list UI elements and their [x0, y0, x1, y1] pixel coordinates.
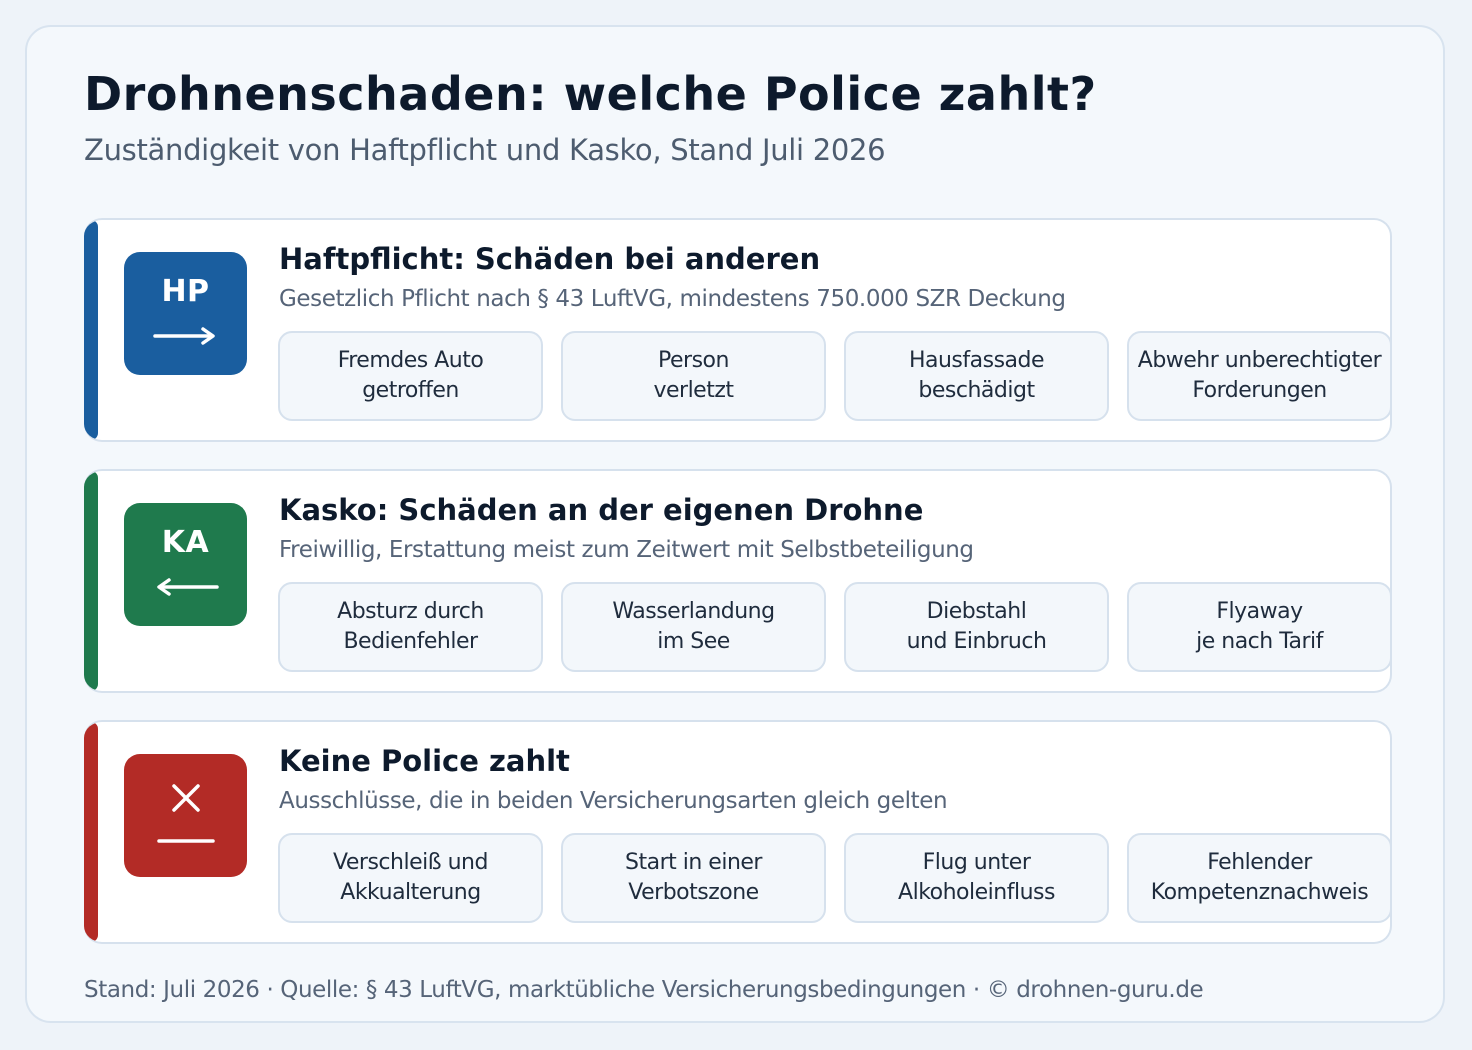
section-accent-bar	[84, 471, 98, 691]
case-chip: Fremdes Auto getroffen	[278, 331, 543, 421]
section-title: Kasko: Schäden an der eigenen Drohne	[279, 493, 924, 527]
chip-line: Person	[658, 348, 729, 373]
chip-line: Bedienfehler	[343, 629, 478, 654]
chip-line: verletzt	[653, 378, 734, 403]
section-description: Gesetzlich Pflicht nach § 43 LuftVG, min…	[279, 286, 1066, 312]
infographic-card: Drohnenschaden: welche Police zahlt? Zus…	[25, 25, 1445, 1023]
section-accent-bar	[84, 220, 98, 440]
chip-line: Verschleiß und	[333, 850, 488, 875]
badge-keine-police	[124, 754, 247, 877]
chip-line: getroffen	[362, 378, 459, 403]
chip-row: Absturz durch Bedienfehler Wasserlandung…	[278, 582, 1390, 672]
case-chip: Hausfassade beschädigt	[844, 331, 1109, 421]
chip-row: Verschleiß und Akkualterung Start in ein…	[278, 833, 1390, 923]
case-chip: Absturz durch Bedienfehler	[278, 582, 543, 672]
chip-line: Fremdes Auto	[337, 348, 484, 373]
case-chip: Diebstahl und Einbruch	[844, 582, 1109, 672]
chip-line: Verbotszone	[628, 880, 759, 905]
arrow-left-icon	[157, 578, 219, 596]
case-chip: Person verletzt	[561, 331, 826, 421]
chip-line: Wasserlandung	[612, 599, 775, 624]
case-chip: Start in einer Verbotszone	[561, 833, 826, 923]
case-chip: Wasserlandung im See	[561, 582, 826, 672]
case-chip: Abwehr unberechtigter Forderungen	[1127, 331, 1390, 421]
chip-line: Hausfassade	[908, 348, 1045, 373]
chip-line: Start in einer	[625, 850, 762, 875]
chip-line: Absturz durch	[337, 599, 484, 624]
case-chip: Flug unter Alkoholeinfluss	[844, 833, 1109, 923]
section-kasko: KA Kasko: Schäden an der eigenen Drohne …	[84, 469, 1392, 693]
chip-line: Alkoholeinfluss	[898, 880, 1055, 905]
section-title: Haftpflicht: Schäden bei anderen	[279, 242, 821, 276]
section-keine-police: Keine Police zahlt Ausschlüsse, die in b…	[84, 720, 1392, 944]
case-chip: Fehlender Kompetenznachweis	[1127, 833, 1390, 923]
section-description: Ausschlüsse, die in beiden Versicherungs…	[279, 788, 948, 814]
page-subtitle: Zuständigkeit von Haftpflicht und Kasko,…	[84, 133, 886, 167]
chip-line: und Einbruch	[906, 629, 1047, 654]
badge-haftpflicht: HP	[124, 252, 247, 375]
page-title: Drohnenschaden: welche Police zahlt?	[84, 67, 1097, 121]
chip-line: je nach Tarif	[1196, 629, 1323, 654]
arrow-right-icon	[153, 327, 215, 345]
chip-line: im See	[657, 629, 730, 654]
chip-row: Fremdes Auto getroffen Person verletzt H…	[278, 331, 1390, 421]
chip-line: Kompetenznachweis	[1150, 880, 1369, 905]
section-accent-bar	[84, 722, 98, 942]
section-haftpflicht: HP Haftpflicht: Schäden bei anderen Gese…	[84, 218, 1392, 442]
section-description: Freiwillig, Erstattung meist zum Zeitwer…	[279, 537, 974, 563]
chip-line: beschädigt	[918, 378, 1035, 403]
case-chip: Flyaway je nach Tarif	[1127, 582, 1390, 672]
chip-line: Akkualterung	[340, 880, 481, 905]
x-mark-icon	[157, 784, 215, 843]
badge-kasko: KA	[124, 503, 247, 626]
chip-line: Fehlender	[1207, 850, 1312, 875]
chip-line: Flug unter	[922, 850, 1031, 875]
badge-code: KA	[161, 525, 210, 560]
chip-line: Diebstahl	[926, 599, 1027, 624]
chip-line: Abwehr unberechtigter	[1137, 348, 1382, 373]
case-chip: Verschleiß und Akkualterung	[278, 833, 543, 923]
section-title: Keine Police zahlt	[279, 744, 570, 778]
badge-code: HP	[161, 274, 210, 309]
footer-source: Stand: Juli 2026 · Quelle: § 43 LuftVG, …	[84, 977, 1204, 1003]
chip-line: Forderungen	[1192, 378, 1327, 403]
chip-line: Flyaway	[1216, 599, 1303, 624]
